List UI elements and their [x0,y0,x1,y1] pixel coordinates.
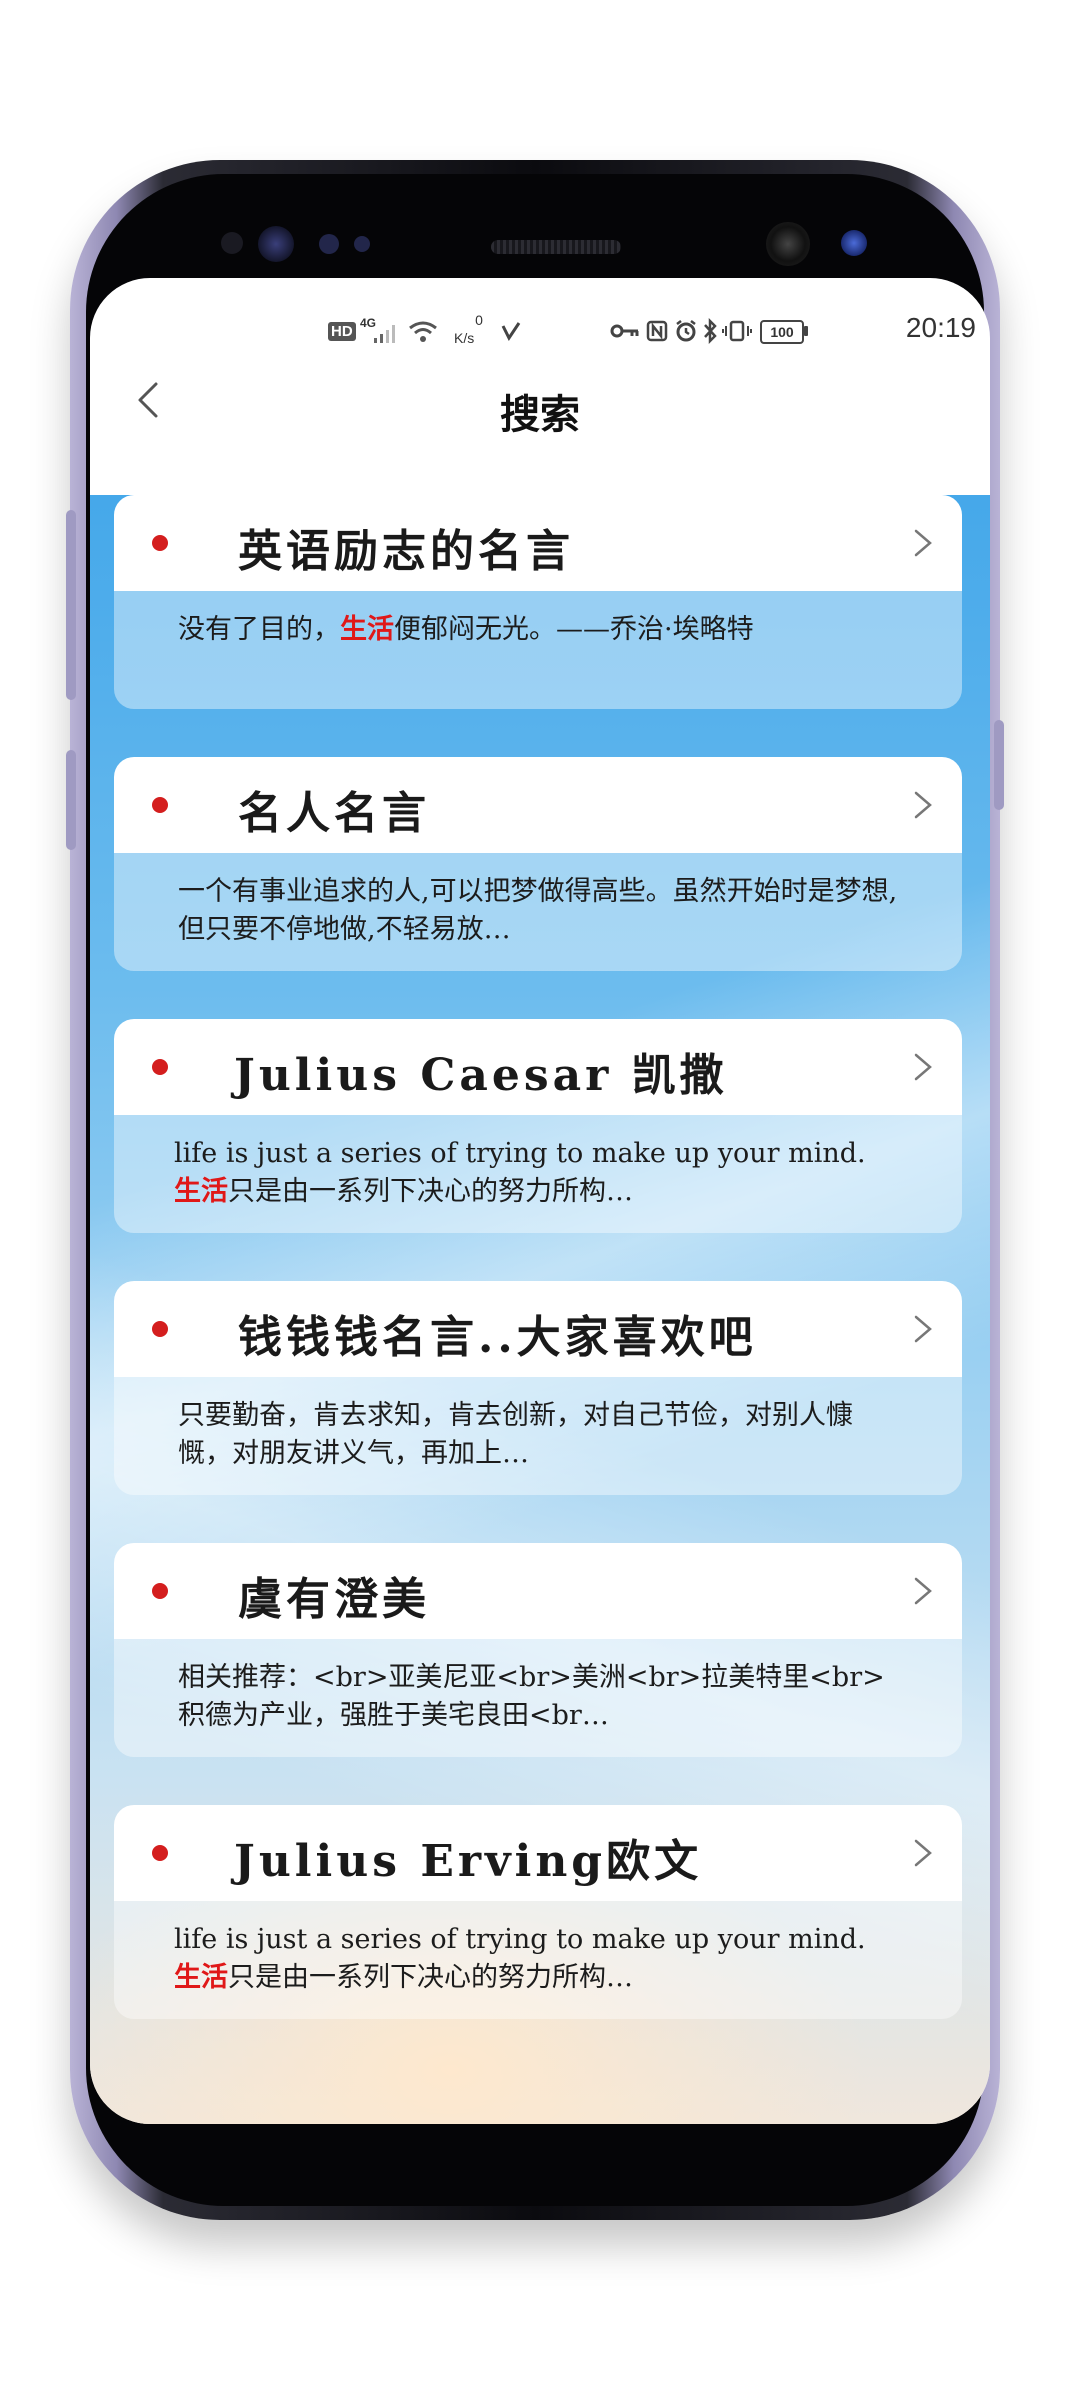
sensor-dot [354,236,370,252]
chevron-right-icon [914,1053,932,1081]
card-title: 英语励志的名言 [238,526,574,577]
card-body: 相关推荐：<br>亚美尼亚<br>美洲<br>拉美特里<br>积德为产业，强胜于… [114,1639,962,1757]
card-title: Julius Caesar 凯撒 [234,1050,728,1101]
card-snippet: 相关推荐：<br>亚美尼亚<br>美洲<br>拉美特里<br>积德为产业，强胜于… [178,1659,898,1735]
snippet-highlight: 生活 [340,614,394,645]
snippet-text: life is just a series of trying to make … [174,1924,866,1955]
bullet-dot [152,1321,168,1337]
card-body: life is just a series of trying to make … [114,1901,962,2019]
bullet-dot [152,1059,168,1075]
result-card[interactable]: 钱钱钱名言..大家喜欢吧 只要勤奋，肯去求知，肯去创新，对自己节俭，对别人慷慨，… [114,1281,962,1495]
speed-unit: K/s [454,330,475,346]
card-title: 名人名言 [238,788,430,839]
card-snippet: 只要勤奋，肯去求知，肯去创新，对自己节俭，对别人慷慨，对朋友讲义气，再加上… [178,1397,898,1473]
bullet-dot [152,1845,168,1861]
nfc-icon [646,320,668,342]
card-snippet: life is just a series of trying to make … [174,1135,894,1211]
vibrate-icon [722,320,752,342]
card-body: 只要勤奋，肯去求知，肯去创新，对自己节俭，对别人慷慨，对朋友讲义气，再加上… [114,1377,962,1495]
bullet-dot [152,1583,168,1599]
chevron-right-icon [914,791,932,819]
card-snippet: 没有了目的，生活便郁闷无光。——乔治·埃略特 [178,611,898,649]
snippet-text-after: 只是由一系列下决心的努力所构… [228,1176,633,1207]
snippet-highlight: 生活 [174,1962,228,1993]
chevron-right-icon [914,1577,932,1605]
status-bar: HD 4G 0 K/s 100 20:19 [90,278,990,348]
camera-sensor [841,230,867,256]
snippet-text-after: 便郁闷无光。——乔治·埃略特 [394,614,754,645]
snippet-text: 只要勤奋，肯去求知，肯去创新，对自己节俭，对别人慷慨，对朋友讲义气，再加上… [178,1400,853,1469]
status-time: 20:19 [905,312,976,343]
chevron-right-icon [914,1315,932,1343]
bullet-dot [152,535,168,551]
battery-indicator: 100 [760,320,804,344]
card-body: 没有了目的，生活便郁闷无光。——乔治·埃略特 [114,591,962,709]
result-card[interactable]: 虞有澄美 相关推荐：<br>亚美尼亚<br>美洲<br>拉美特里<br>积德为产… [114,1543,962,1757]
nav-bar: 搜索 [90,348,990,448]
result-card[interactable]: 英语励志的名言 没有了目的，生活便郁闷无光。——乔治·埃略特 [114,495,962,709]
signal-icon [374,325,395,343]
bullet-dot [152,797,168,813]
power-button [994,720,1004,810]
card-header: 虞有澄美 [114,1543,962,1639]
card-title: 钱钱钱名言..大家喜欢吧 [238,1312,757,1363]
speed-value: 0 [475,312,483,328]
card-header: 钱钱钱名言..大家喜欢吧 [114,1281,962,1377]
card-body: life is just a series of trying to make … [114,1115,962,1233]
snippet-text: 一个有事业追求的人,可以把梦做得高些。虽然开始时是梦想,但只要不停地做,不轻易放… [178,876,898,945]
earpiece-speaker [491,240,621,254]
card-header: 名人名言 [114,757,962,853]
bluetooth-icon [704,318,717,344]
card-header: Julius Erving欧文 [114,1805,962,1901]
card-snippet: 一个有事业追求的人,可以把梦做得高些。虽然开始时是梦想,但只要不停地做,不轻易放… [178,873,898,949]
card-body: 一个有事业追求的人,可以把梦做得高些。虽然开始时是梦想,但只要不停地做,不轻易放… [114,853,962,971]
volume-button [66,510,76,700]
snippet-text-after: 只是由一系列下决心的努力所构… [228,1962,633,1993]
hd-badge: HD [328,322,356,341]
sensor-dot [319,234,339,254]
front-camera [766,222,810,266]
side-key [66,750,76,850]
card-title: Julius Erving欧文 [234,1836,703,1887]
chevron-right-icon [914,529,932,557]
result-card[interactable]: Julius Erving欧文 life is just a series of… [114,1805,962,2019]
page-title: 搜索 [500,392,580,438]
snippet-text: 没有了目的， [178,614,340,645]
card-title: 虞有澄美 [238,1574,430,1625]
chevron-right-icon [914,1839,932,1867]
phone-screen: HD 4G 0 K/s 100 20:19 搜索 英语励志的名言 没有了目的，生… [90,278,990,2124]
alarm-icon [676,320,696,342]
result-card[interactable]: Julius Caesar 凯撒 life is just a series o… [114,1019,962,1233]
snippet-highlight: 生活 [174,1176,228,1207]
wifi-icon [409,321,437,342]
snippet-text: life is just a series of trying to make … [174,1138,866,1169]
result-card[interactable]: 名人名言 一个有事业追求的人,可以把梦做得高些。虽然开始时是梦想,但只要不停地做… [114,757,962,971]
sensor-dot [221,232,243,254]
battery-tip [804,326,808,336]
card-header: Julius Caesar 凯撒 [114,1019,962,1115]
snippet-text: 相关推荐：<br>亚美尼亚<br>美洲<br>拉美特里<br>积德为产业，强胜于… [178,1662,885,1731]
card-snippet: life is just a series of trying to make … [174,1921,894,1997]
front-sensor [258,226,294,262]
card-header: 英语励志的名言 [114,495,962,591]
results-list: 英语励志的名言 没有了目的，生活便郁闷无光。——乔治·埃略特 名人名言 一个有事… [90,495,990,2124]
key-icon [610,324,639,338]
check-icon [501,322,521,341]
